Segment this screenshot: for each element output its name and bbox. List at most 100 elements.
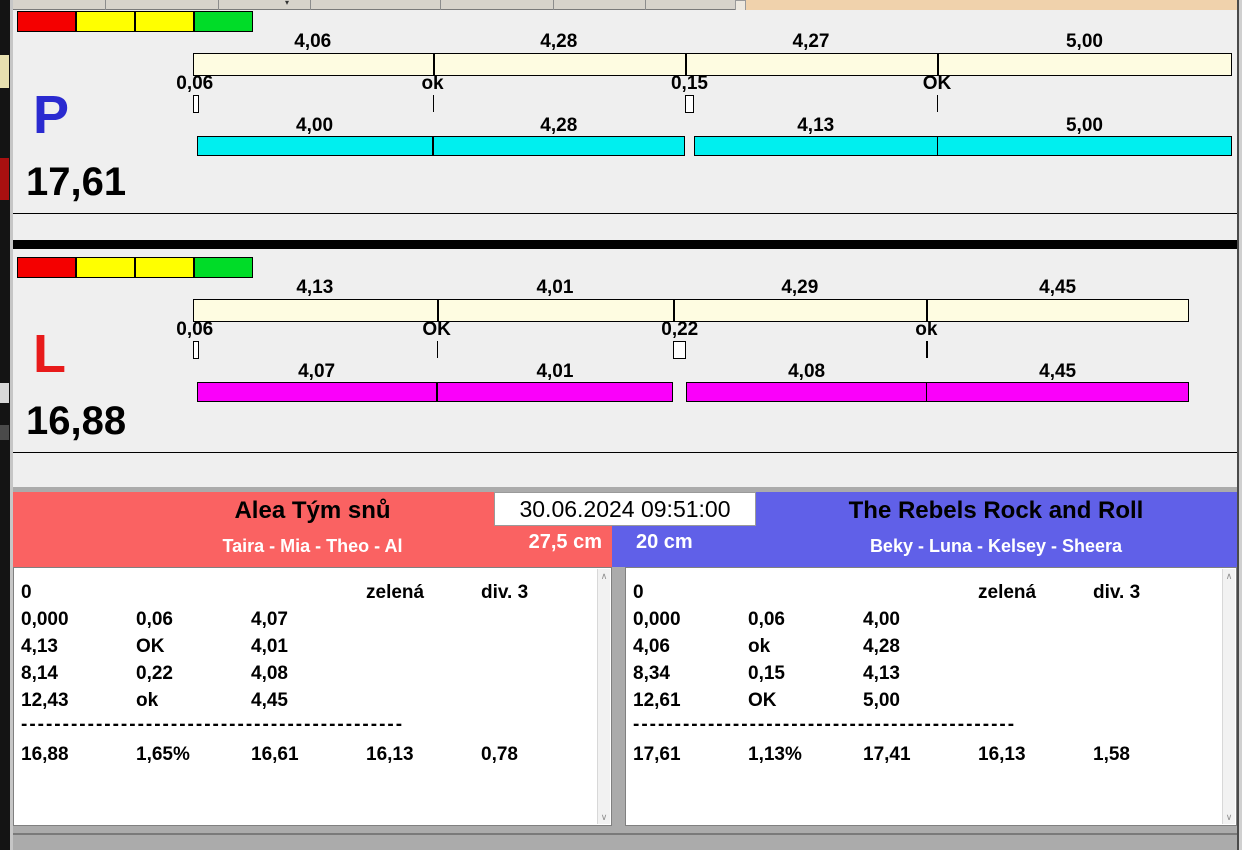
team-dogs-left: Taira - Mia - Theo - Al xyxy=(222,536,403,556)
scroll-up-arrow[interactable]: ∧ xyxy=(1223,569,1235,583)
change-loss-label: 0,22 xyxy=(661,319,699,340)
scroll-up-arrow[interactable]: ∧ xyxy=(598,569,610,583)
result-cell: 5,00 xyxy=(863,690,900,711)
change-loss-label: ok xyxy=(915,319,938,340)
traffic-light-1 xyxy=(76,11,135,32)
result-cell: 0,15 xyxy=(748,663,785,684)
lane-divider xyxy=(13,240,1237,249)
vertical-scrollbar[interactable]: ∧ ∨ xyxy=(597,569,610,824)
result-cell: 4,28 xyxy=(863,636,900,657)
scroll-down-arrow[interactable]: ∨ xyxy=(598,810,610,824)
traffic-light-1 xyxy=(76,257,135,278)
result-cell: 12,43 xyxy=(21,690,69,711)
change-ok-marker xyxy=(926,341,928,358)
change-loss-marker xyxy=(193,341,199,359)
result-cell: 4,13 xyxy=(863,663,900,684)
summary-cell: 1,13% xyxy=(748,744,802,765)
net-time-bar-segment xyxy=(926,382,1189,402)
scroll-down-arrow[interactable]: ∨ xyxy=(1223,810,1235,824)
gross-bar-tick xyxy=(685,54,688,75)
change-loss-label: OK xyxy=(922,73,952,94)
background-fragment xyxy=(0,383,9,403)
summary-cell: 1,58 xyxy=(1093,744,1130,765)
traffic-light-3 xyxy=(194,257,253,278)
result-cell: 4,45 xyxy=(251,690,288,711)
toolbar-divider xyxy=(218,0,219,10)
traffic-light-2 xyxy=(135,11,194,32)
result-table-left: ∧ ∨ 0 zelená div. 3 0,000 0,06 4,07 4,13 OK 4,01… xyxy=(13,567,612,826)
vertical-scrollbar[interactable]: ∧ ∨ xyxy=(1222,569,1235,824)
lane-l-total-time: 16,88 xyxy=(26,399,127,443)
change-loss-marker xyxy=(193,95,199,113)
result-cell: 12,61 xyxy=(633,690,681,711)
gross-bar-tick xyxy=(936,54,939,75)
gross-segment-label: 4,45 xyxy=(1039,277,1077,298)
chevron-down-icon: ▾ xyxy=(285,0,290,7)
toolbar-divider xyxy=(645,0,646,10)
change-loss-label: ok xyxy=(421,73,444,94)
change-loss-marker xyxy=(685,95,694,113)
net-segment-label: 4,28 xyxy=(540,115,578,136)
toolbar-divider xyxy=(553,0,554,10)
summary-cell: 16,88 xyxy=(21,744,69,765)
result-cell: 4,08 xyxy=(251,663,288,684)
gross-segment-label: 5,00 xyxy=(1065,31,1103,52)
toolbar-divider xyxy=(440,0,441,10)
result-cell: zelená xyxy=(978,582,1037,603)
summary-cell: 16,13 xyxy=(366,744,414,765)
change-loss-label: OK xyxy=(422,319,451,340)
net-segment-label: 4,13 xyxy=(797,115,835,136)
gross-segment-label: 4,13 xyxy=(296,277,334,298)
application-window: ▾ 4,06 4,28 4,27 5,00 0,06 4,00 ok 4,28 0,15 4,13… xyxy=(0,0,1242,850)
gross-time-bar xyxy=(193,53,1232,76)
result-cell: 4,13 xyxy=(21,636,58,657)
lane-p-total-time: 17,61 xyxy=(26,160,127,204)
result-cell: 0,06 xyxy=(748,609,785,630)
gross-segment-label: 4,01 xyxy=(536,277,574,298)
result-cell: 0,06 xyxy=(136,609,173,630)
result-table-right: ∧ ∨ 0 zelená div. 3 0,000 0,06 4,00 4,06 ok 4,28… xyxy=(625,567,1237,826)
gross-bar-tick xyxy=(432,54,435,75)
net-segment-label: 4,01 xyxy=(536,361,574,382)
result-cell: 4,06 xyxy=(633,636,670,657)
net-time-bar-segment xyxy=(196,136,433,156)
lane-p-letter: P xyxy=(33,85,70,145)
result-cell: OK xyxy=(748,690,777,711)
result-cell: 0,000 xyxy=(633,609,681,630)
gross-bar-tick xyxy=(926,300,929,321)
change-loss-marker xyxy=(673,341,687,359)
lane-p-timing-canvas: 4,06 4,28 4,27 5,00 0,06 4,00 ok 4,28 0,15 4,13 OK… xyxy=(13,10,1237,213)
background-window-sliver xyxy=(0,0,10,850)
summary-cell: 1,65% xyxy=(136,744,190,765)
traffic-light-3 xyxy=(194,11,253,32)
toolbar-divider xyxy=(310,0,311,10)
window-bottom-edge xyxy=(13,833,1237,835)
gross-segment-label: 4,29 xyxy=(781,277,819,298)
divider-dashes: ----------------------------------------… xyxy=(633,714,1017,735)
separator-strip xyxy=(13,452,1237,487)
change-ok-marker xyxy=(436,341,439,358)
team-dogs-right: Beky - Luna - Kelsey - Sheera xyxy=(869,536,1123,556)
result-cell: zelená xyxy=(366,582,425,603)
net-time-bar-segment xyxy=(436,382,674,402)
summary-cell: 0,78 xyxy=(481,744,518,765)
team-name-right: The Rebels Rock and Roll xyxy=(848,497,1144,524)
summary-cell: 16,13 xyxy=(978,744,1026,765)
net-time-bar-segment xyxy=(686,382,927,402)
datetime-display: 30.06.2024 09:51:00 xyxy=(494,492,756,526)
net-time-bar-segment xyxy=(693,136,938,156)
change-ok-marker xyxy=(936,95,939,112)
change-loss-label: 0,15 xyxy=(670,73,708,94)
background-fragment xyxy=(0,158,9,200)
summary-cell: 16,61 xyxy=(251,744,299,765)
result-cell: 4,07 xyxy=(251,609,288,630)
net-segment-label: 4,00 xyxy=(296,115,334,136)
net-time-bar-segment xyxy=(936,136,1232,156)
result-cell: ok xyxy=(136,690,159,711)
gross-bar-tick xyxy=(436,300,439,321)
lane-l-letter: L xyxy=(33,324,66,384)
summary-cell: 17,41 xyxy=(863,744,911,765)
result-cell: 0 xyxy=(633,582,644,603)
result-cell: OK xyxy=(136,636,165,657)
traffic-light-0 xyxy=(17,257,76,278)
